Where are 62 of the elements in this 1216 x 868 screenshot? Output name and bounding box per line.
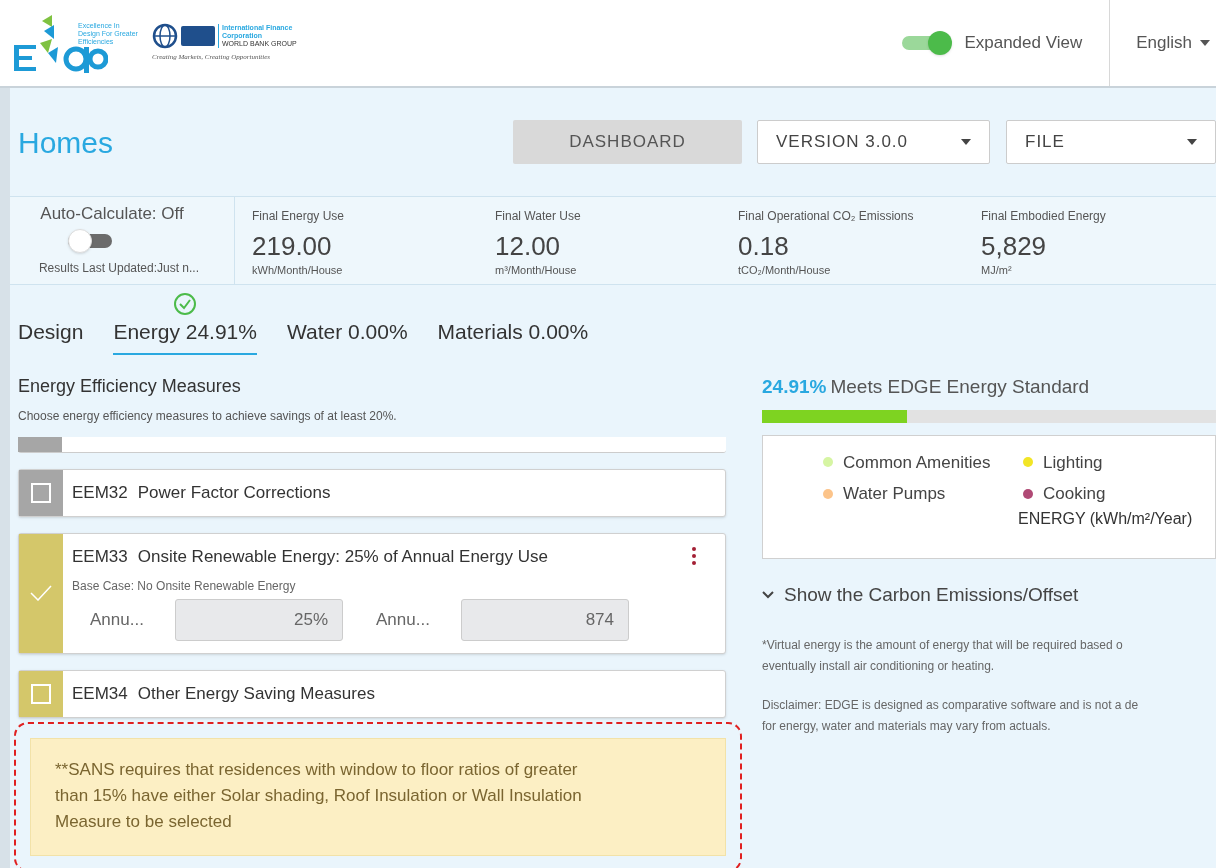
globe-icon: [152, 23, 178, 50]
dashboard-button[interactable]: DASHBOARD: [513, 120, 742, 164]
measure-code: EEM32: [72, 482, 128, 504]
metric-value: 219.00: [252, 230, 333, 262]
standard-label: Meets EDGE Energy Standard: [830, 375, 1090, 399]
base-case-text: Base Case: No Onsite Renewable Energy: [72, 578, 297, 595]
more-options-icon[interactable]: [692, 547, 696, 566]
expanded-view-label: Expanded View: [964, 32, 1083, 55]
tab[interactable]: Design: [18, 315, 84, 355]
metric-value: 5,829: [981, 230, 1048, 262]
checkbox-icon: [31, 683, 51, 704]
auto-calculate-label: Auto-Calculate: Off: [40, 203, 184, 225]
measure-code: EEM34: [72, 683, 128, 705]
carbon-emissions-toggle[interactable]: Show the Carbon Emissions/Offset: [762, 580, 1216, 609]
legend-label: Water Pumps: [843, 483, 946, 505]
note-message: **SANS requires that residences with window to floor ratios of greater than 15% have either Solar shading, Roof Insulation or Wall Insulation Measure to be selected: [30, 737, 726, 856]
legend-label: Lighting: [1043, 451, 1103, 474]
caret-icon: [961, 139, 971, 145]
input-field[interactable]: 25%: [175, 599, 343, 641]
caret-icon: [1200, 40, 1210, 46]
metric-unit: m³/Month/House: [495, 263, 578, 278]
field-label: Annu...: [375, 609, 431, 632]
measure-name: Onsite Renewable Energy: 25% of Annual Energy Use: [137, 545, 548, 568]
measure-code: EEM33: [72, 545, 128, 568]
caret-icon: [1187, 139, 1197, 145]
footnote-text: eventually install air conditioning or heating.: [762, 658, 996, 675]
file-dropdown[interactable]: FILE: [1006, 120, 1216, 164]
footnote-text: Disclaimer: EDGE is designed as comparative software and is not a de: [762, 697, 1140, 714]
metric-label: Final Energy Use: [252, 208, 346, 225]
metric-label: Final Water Use: [495, 208, 582, 225]
measure-name: Power Factor Corrections: [137, 482, 331, 504]
version-dropdown[interactable]: VERSION 3.0.0: [757, 120, 990, 164]
last-updated-text: Results Last Updated:Just n...: [38, 259, 200, 277]
metric-label: Final Embodied Energy: [981, 208, 1107, 225]
chevron-icon: [762, 590, 774, 599]
checkbox-icon: [31, 482, 51, 503]
tab[interactable]: Materials 0.00%: [437, 315, 589, 355]
tab[interactable]: Water 0.00%: [287, 315, 408, 355]
metric-unit: MJ/m²: [981, 263, 1013, 278]
input-field[interactable]: 874: [461, 599, 629, 641]
legend-label: Common Amenities: [843, 451, 991, 474]
field-label: Annu...: [89, 609, 145, 632]
page-title: Homes: [18, 124, 114, 161]
section-title: Energy Efficiency Measures: [18, 375, 242, 398]
checkmark-icon: [30, 585, 52, 602]
footnote-text: for energy, water and materials may vary from actuals.: [762, 718, 1052, 735]
metric-unit: tCO₂/Month/House: [738, 263, 832, 278]
axis-label: ENERGY (kWh/m²/Year): [1018, 508, 1194, 529]
metric-label: Final Operational CO₂ Emissions: [738, 208, 915, 225]
measure-status-bar[interactable]: [19, 470, 63, 516]
footnote-text: *Virtual energy is the amount of energy that will be required based o: [762, 637, 1124, 654]
measure-status-bar[interactable]: [19, 671, 63, 717]
legend-label: Cooking: [1043, 483, 1106, 505]
measure-name: Other Energy Saving Measures: [137, 683, 375, 705]
expanded-view-toggle[interactable]: [902, 31, 953, 55]
language-dropdown[interactable]: English: [1136, 30, 1210, 56]
metric-unit: kWh/Month/House: [252, 263, 344, 278]
tab[interactable]: Energy 24.91%: [113, 315, 257, 355]
metric-value: 0.18: [738, 230, 790, 262]
metric-value: 12.00: [495, 230, 562, 262]
section-subtitle: Choose energy efficiency measures to achieve savings of at least 20%.: [18, 408, 398, 425]
standard-percent: 24.91%: [762, 375, 827, 399]
